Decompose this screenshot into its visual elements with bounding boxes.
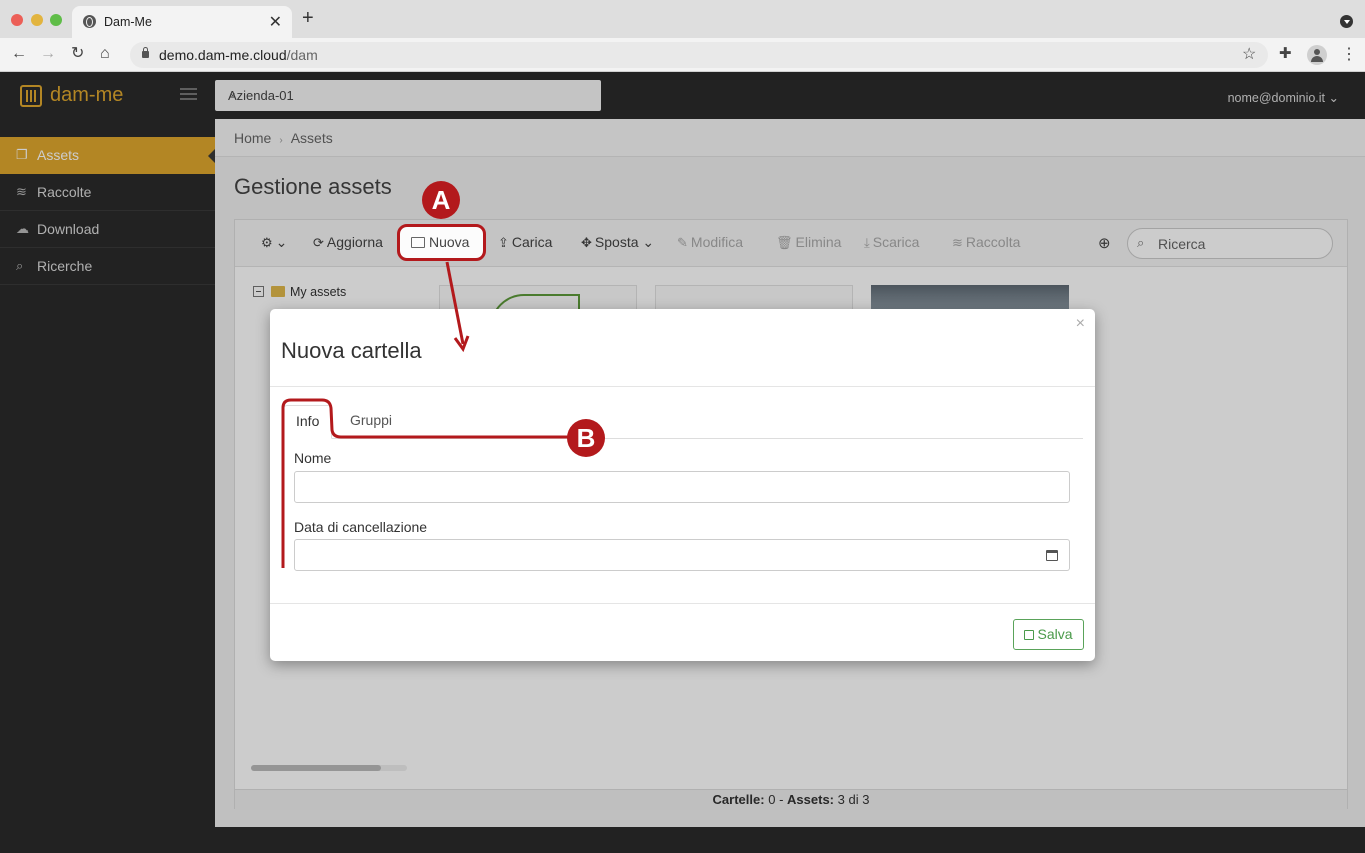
annotation-badge-b: B bbox=[567, 419, 605, 457]
more-vertical-icon[interactable]: ⋮ bbox=[1341, 44, 1357, 64]
window-close-button[interactable] bbox=[11, 14, 23, 26]
forward-arrow-icon[interactable]: → bbox=[40, 44, 56, 64]
browser-tab-strip: Dam-Me ✕ + bbox=[0, 0, 1365, 38]
save-button[interactable]: Salva bbox=[1013, 619, 1084, 650]
browser-tab[interactable]: Dam-Me ✕ bbox=[72, 6, 292, 38]
annotation-badge-a: A bbox=[422, 181, 460, 219]
browser-toolbar: ← → ↻ ⌂ demo.dam-me.cloud/dam bbox=[0, 38, 1365, 72]
folder-icon bbox=[411, 237, 425, 248]
globe-icon bbox=[83, 15, 96, 28]
nuova-button[interactable]: Nuova bbox=[397, 224, 486, 261]
divider bbox=[270, 386, 1095, 387]
new-folder-modal: × Nuova cartella Info Gruppi Nome Data d… bbox=[270, 309, 1095, 661]
new-tab-button[interactable]: + bbox=[302, 8, 314, 28]
divider bbox=[270, 603, 1095, 604]
window-zoom-button[interactable] bbox=[50, 14, 62, 26]
bookmark-star-icon[interactable]: ☆ bbox=[1242, 44, 1256, 64]
modal-tabs: Info Gruppi bbox=[283, 405, 1083, 439]
calendar-icon bbox=[1046, 550, 1058, 561]
deletion-date-input[interactable] bbox=[294, 539, 1035, 571]
deletion-date-label: Data di cancellazione bbox=[294, 519, 428, 535]
back-arrow-icon[interactable]: ← bbox=[11, 44, 27, 64]
window-minimize-button[interactable] bbox=[31, 14, 43, 26]
close-icon[interactable]: × bbox=[1076, 315, 1085, 333]
calendar-button[interactable] bbox=[1034, 539, 1070, 571]
address-bar[interactable]: demo.dam-me.cloud/dam bbox=[130, 42, 1268, 68]
url-text: demo.dam-me.cloud/dam bbox=[159, 47, 318, 63]
tab-close-icon[interactable]: ✕ bbox=[269, 12, 282, 32]
reload-icon[interactable]: ↻ bbox=[71, 44, 84, 64]
name-input[interactable] bbox=[294, 471, 1070, 503]
tab-info[interactable]: Info bbox=[283, 405, 333, 439]
profile-avatar-icon[interactable] bbox=[1307, 45, 1327, 65]
lock-icon bbox=[142, 47, 149, 58]
tab-gruppi[interactable]: Gruppi bbox=[338, 405, 404, 439]
home-icon[interactable]: ⌂ bbox=[100, 44, 110, 64]
browser-profile-menu-icon[interactable] bbox=[1340, 15, 1353, 28]
tab-title: Dam-Me bbox=[104, 15, 152, 29]
extensions-puzzle-icon[interactable]: ✚ bbox=[1279, 44, 1292, 62]
save-disk-icon bbox=[1024, 630, 1035, 640]
modal-title: Nuova cartella bbox=[281, 338, 422, 363]
name-label: Nome bbox=[294, 450, 332, 466]
